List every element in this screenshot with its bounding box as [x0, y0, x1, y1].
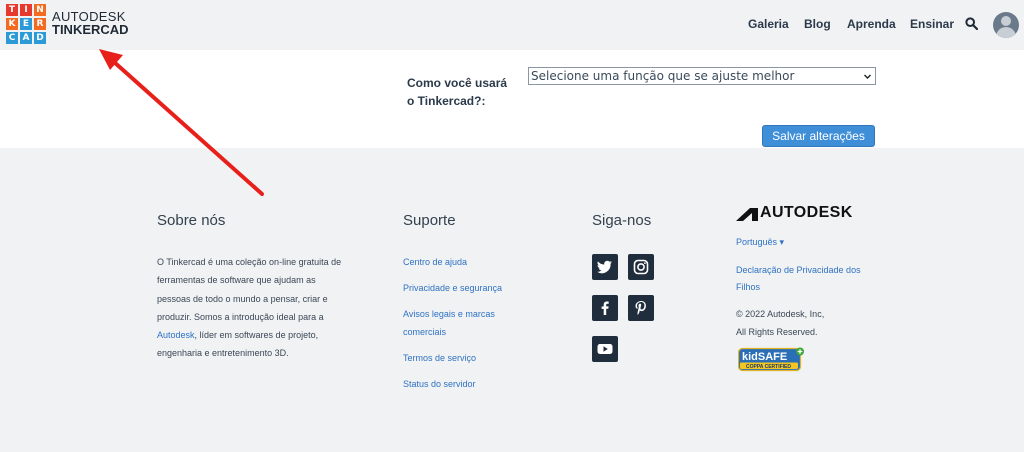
role-select-value: Selecione uma função que se ajuste melho… — [531, 69, 795, 83]
logo-letter: N — [34, 4, 46, 16]
logo-letter: A — [20, 32, 32, 44]
search-icon[interactable] — [965, 17, 978, 30]
logo-letter: T — [6, 4, 18, 16]
logo-letter: D — [34, 32, 46, 44]
nav-item-aprenda[interactable]: Aprenda — [847, 17, 896, 31]
follow-heading: Siga-nos — [592, 212, 652, 229]
support-links: Centro de ajuda Privacidade e segurança … — [403, 253, 528, 393]
youtube-button[interactable] — [592, 336, 618, 362]
brand-line-tinkercad: TINKERCAD — [52, 22, 129, 37]
pinterest-button[interactable] — [628, 295, 654, 321]
instagram-button[interactable] — [628, 254, 654, 280]
support-heading: Suporte — [403, 212, 456, 229]
nav-item-blog[interactable]: Blog — [804, 17, 831, 31]
logo-letter: C — [6, 32, 18, 44]
kidsafe-main-text: kidSAFE — [742, 351, 787, 363]
youtube-icon — [597, 344, 613, 354]
chevron-down-icon — [864, 74, 871, 79]
about-heading: Sobre nós — [157, 212, 226, 229]
usage-label: Como você usará o Tinkercad?: — [407, 76, 508, 108]
facebook-icon — [601, 301, 609, 315]
copyright-line-2: All Rights Reserved. — [736, 327, 818, 337]
link-terms[interactable]: Termos de serviço — [403, 349, 528, 367]
facebook-button[interactable] — [592, 295, 618, 321]
logo-letter: I — [20, 4, 32, 16]
link-help-center[interactable]: Centro de ajuda — [403, 253, 528, 271]
logo-letter: K — [6, 18, 18, 30]
user-avatar[interactable] — [993, 12, 1019, 38]
link-server-status[interactable]: Status do servidor — [403, 375, 528, 393]
top-header: T I N K E R C A D AUTODESK TINKERCAD Gal… — [0, 0, 1024, 50]
tinkercad-logo[interactable]: T I N K E R C A D — [6, 4, 46, 44]
language-selector[interactable]: Português ▾ — [736, 237, 784, 248]
about-text-start: O Tinkercad é uma coleção on-line gratui… — [157, 257, 342, 322]
twitter-icon — [597, 260, 612, 274]
nav-item-galeria[interactable]: Galeria — [748, 17, 789, 31]
avatar-head-shape — [1001, 16, 1011, 26]
autodesk-mark-icon — [736, 208, 758, 221]
pinterest-icon — [635, 301, 646, 315]
kidsafe-sub-text: COPPA CERTIFIED — [746, 364, 791, 370]
autodesk-link[interactable]: Autodesk — [157, 330, 195, 340]
save-changes-button[interactable]: Salvar alterações — [762, 125, 875, 147]
nav-item-ensinar[interactable]: Ensinar — [910, 17, 954, 31]
copyright-line-1: © 2022 Autodesk, Inc, — [736, 309, 825, 319]
link-legal-notices[interactable]: Avisos legais e marcas comerciais — [403, 305, 528, 341]
logo-letter: E — [20, 18, 32, 30]
kidsafe-seal-icon[interactable]: kidSAFE COPPA CERTIFIED — [738, 347, 806, 373]
avatar-body-shape — [996, 27, 1016, 38]
role-select[interactable]: Selecione uma função que se ajuste melho… — [528, 67, 876, 85]
logo-letter: R — [34, 18, 46, 30]
children-privacy-link[interactable]: Declaração de Privacidade dos Filhos — [736, 262, 876, 296]
autodesk-wordmark[interactable]: AUTODESK — [760, 204, 853, 222]
profile-form: Como você usará o Tinkercad?: Selecione … — [0, 50, 1024, 148]
about-text: O Tinkercad é uma coleção on-line gratui… — [157, 253, 342, 363]
link-privacy-security[interactable]: Privacidade e segurança — [403, 279, 528, 297]
copyright: © 2022 Autodesk, Inc, All Rights Reserve… — [736, 305, 876, 341]
brand-wordmark[interactable]: AUTODESK TINKERCAD — [52, 10, 129, 36]
twitter-button[interactable] — [592, 254, 618, 280]
instagram-icon — [633, 259, 649, 275]
